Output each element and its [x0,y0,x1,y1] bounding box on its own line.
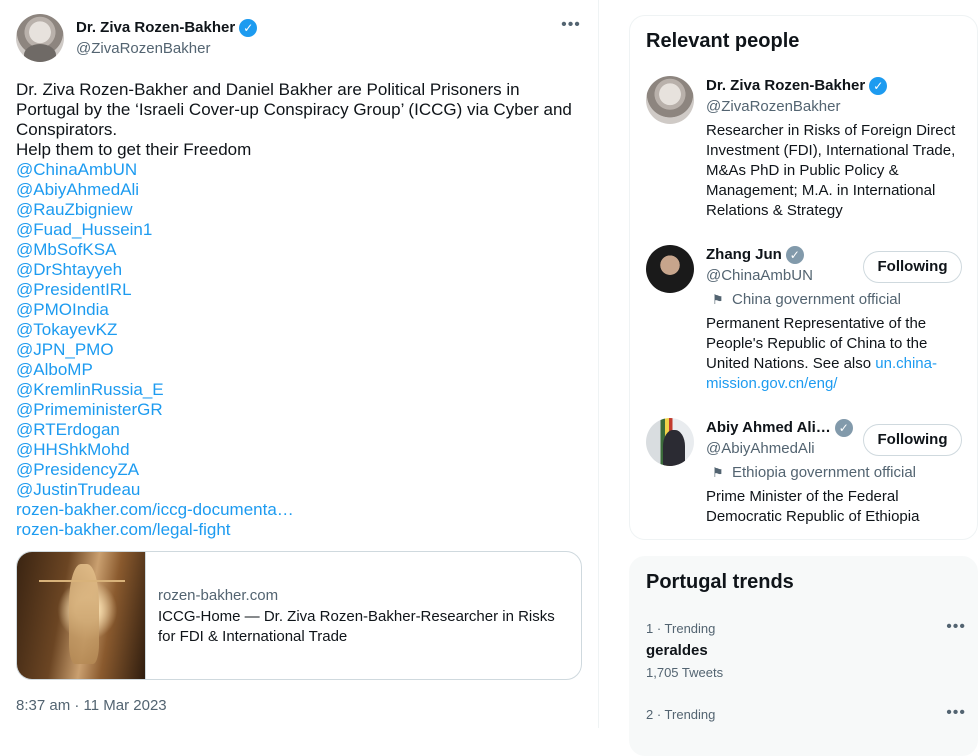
mention-link[interactable]: @KremlinRussia_E [16,380,586,400]
card-domain: rozen-bakher.com [158,587,279,604]
mention-link[interactable]: @JustinTrudeau [16,480,586,500]
tweet-text-line: Conspirators. [16,120,118,139]
mention-link[interactable]: @RauZbigniew [16,200,586,220]
government-label: ⚑ China government official [706,290,901,310]
tweet-detail-column: Dr. Ziva Rozen-Bakher ✓ @ZivaRozenBakher… [0,0,599,728]
author-handle[interactable]: @ZivaRozenBakher [76,39,210,59]
tweet-text-line: Dr. Ziva Rozen-Bakher and Daniel Bakher … [16,80,520,99]
tweet-author-row: Dr. Ziva Rozen-Bakher ✓ @ZivaRozenBakher… [16,14,586,64]
trend-item[interactable]: 1 · Trending geraldes 1,705 Tweets ••• [646,619,966,681]
url-link[interactable]: rozen-bakher.com/iccg-documenta… [16,500,586,520]
person-name-wrap[interactable]: Abiy Ahmed Ali… ✓ [706,418,853,438]
person-bio: Researcher in Risks of Foreign Direct In… [706,122,956,219]
trend-name[interactable]: geraldes [646,641,966,661]
person-name-wrap[interactable]: Dr. Ziva Rozen-Bakher ✓ [706,76,888,96]
verified-badge-icon: ✓ [869,77,888,95]
more-options-icon[interactable]: ••• [946,705,966,721]
card-thumbnail-image[interactable] [17,552,146,679]
avatar[interactable] [646,76,694,124]
avatar[interactable] [646,245,694,293]
mention-link[interactable]: @HHShkMohd [16,440,586,460]
mention-link[interactable]: @MbSofKSA [16,240,586,260]
trend-count: 1,705 Tweets [646,665,724,680]
following-button[interactable]: Following [863,424,962,456]
trends-panel: Portugal trends 1 · Trending geraldes 1,… [629,556,978,756]
mention-link[interactable]: @PMOIndia [16,300,586,320]
trends-title: Portugal trends [646,571,794,593]
flag-icon: ⚑ [712,292,724,307]
person-handle[interactable]: @AbiyAhmedAli [706,439,815,459]
author-avatar[interactable] [16,14,64,62]
person-handle[interactable]: @ChinaAmbUN [706,266,813,286]
mention-link[interactable]: @AlboMP [16,360,586,380]
government-label-text: China government official [732,291,901,308]
right-sidebar: Relevant people Dr. Ziva Rozen-Bakher ✓ … [599,0,978,756]
mention-link[interactable]: @DrShtayyeh [16,260,586,280]
person-name[interactable]: Zhang Jun [706,245,782,265]
mention-link[interactable]: @ChinaAmbUN [16,160,586,180]
person-name[interactable]: Abiy Ahmed Ali… [706,418,831,438]
avatar[interactable] [646,418,694,466]
flag-icon: ⚑ [712,465,724,480]
trend-meta: 1 · Trending [646,621,716,636]
tweet-timestamp[interactable]: 8:37 am · 11 Mar 2023 [16,696,167,716]
person-bio: Permanent Representative of the People's… [706,314,968,394]
person-bio: Prime Minister of the Federal Democratic… [706,488,920,525]
author-name-wrap[interactable]: Dr. Ziva Rozen-Bakher ✓ [76,18,258,38]
tweet-text-line: Portugal by the ‘Israeli Cover-up Conspi… [16,100,572,119]
verified-gray-badge-icon: ✓ [785,246,804,264]
relevant-people-title: Relevant people [646,30,800,52]
government-label-text: Ethiopia government official [732,464,916,481]
card-title: ICCG-Home — Dr. Ziva Rozen-Bakher-Resear… [158,608,555,645]
author-name[interactable]: Dr. Ziva Rozen-Bakher [76,18,235,38]
relevant-people-panel: Relevant people Dr. Ziva Rozen-Bakher ✓ … [629,15,978,540]
more-options-icon[interactable]: ••• [946,619,966,635]
tweet-text: Dr. Ziva Rozen-Bakher and Daniel Bakher … [16,80,586,540]
trend-meta: 2 · Trending [646,707,716,722]
trend-item[interactable]: 2 · Trending ••• [646,705,966,723]
mention-link[interactable]: @PresidentIRL [16,280,586,300]
verified-gray-badge-icon: ✓ [834,419,853,437]
verified-badge-icon: ✓ [239,19,258,37]
mention-link[interactable]: @Fuad_Hussein1 [16,220,586,240]
mention-link[interactable]: @AbiyAhmedAli [16,180,586,200]
government-label: ⚑ Ethiopia government official [706,463,916,483]
mention-link[interactable]: @TokayevKZ [16,320,586,340]
url-link[interactable]: rozen-bakher.com/legal-fight [16,520,586,540]
person-name-wrap[interactable]: Zhang Jun ✓ [706,245,804,265]
mention-link[interactable]: @RTErdogan [16,420,586,440]
mention-link[interactable]: @PresidencyZA [16,460,586,480]
mention-link[interactable]: @PrimeministerGR [16,400,586,420]
person-name[interactable]: Dr. Ziva Rozen-Bakher [706,76,865,96]
mention-link[interactable]: @JPN_PMO [16,340,586,360]
following-button[interactable]: Following [863,251,962,283]
person-handle[interactable]: @ZivaRozenBakher [706,97,840,117]
tweet-text-line: Help them to get their Freedom [16,140,252,159]
more-options-icon[interactable]: ••• [560,17,582,40]
link-preview-card[interactable]: rozen-bakher.com ICCG-Home — Dr. Ziva Ro… [16,551,582,680]
